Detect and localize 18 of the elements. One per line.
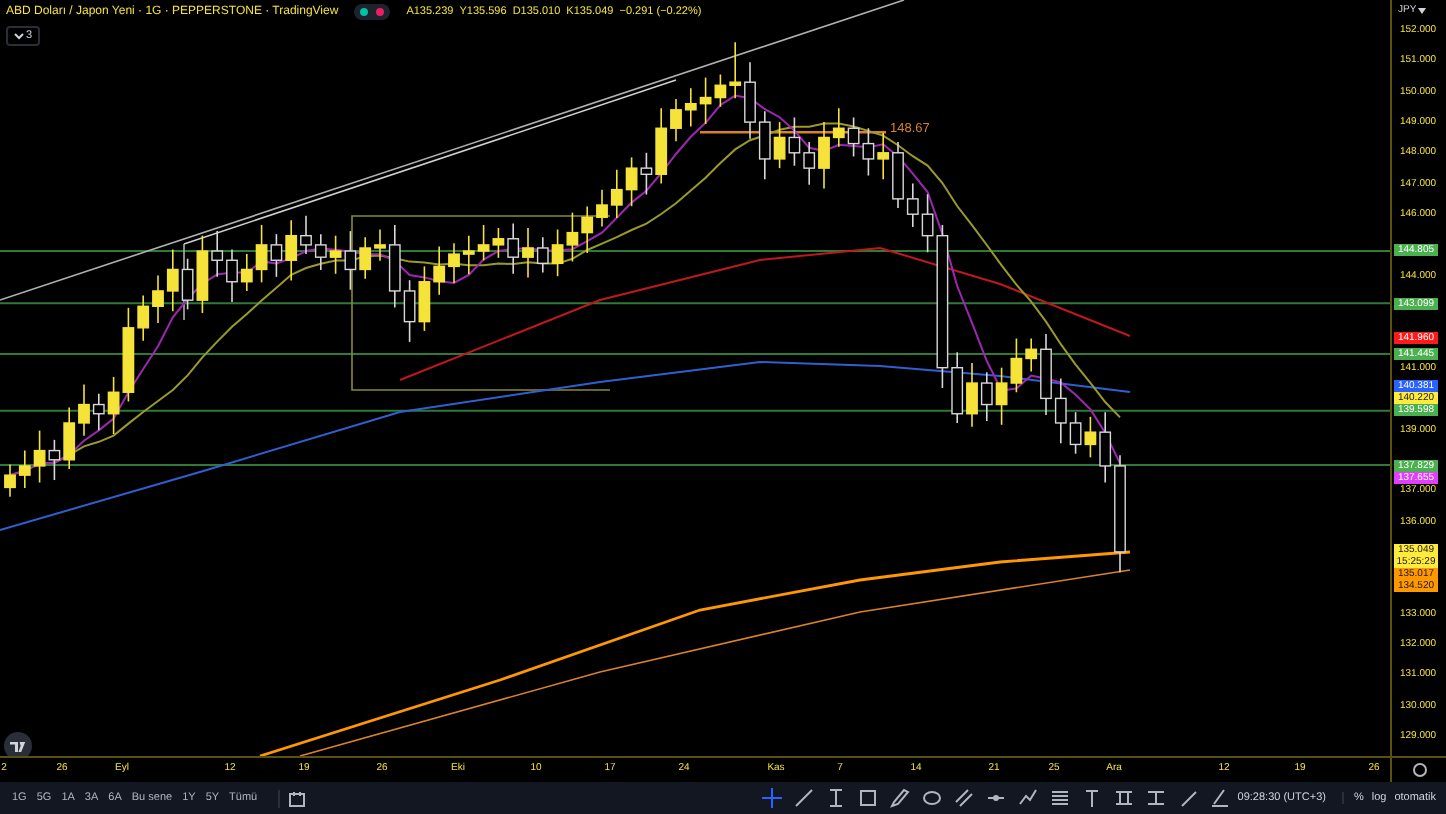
drawing-tool-button[interactable]: [917, 786, 946, 810]
ellipse-tool-icon: [921, 788, 942, 808]
drawing-tool-button[interactable]: [757, 786, 786, 810]
settings-icon[interactable]: [1411, 762, 1427, 778]
calendar-icon[interactable]: [277, 789, 306, 807]
rect-tool-icon: [857, 788, 878, 808]
channel-tool-icon: [953, 788, 974, 808]
crosshair-tool-icon: [761, 788, 782, 808]
line-tool-icon: [793, 788, 814, 808]
lines-tool-icon: [1049, 788, 1070, 808]
logo-icon: [4, 732, 32, 756]
zigzag-tool-icon: [1017, 788, 1038, 808]
chevron-icon: [14, 32, 24, 40]
drawing-tool-button[interactable]: [885, 786, 914, 810]
drawing-tool-button[interactable]: [1013, 786, 1042, 810]
ibeam-tool-icon: [825, 788, 846, 808]
text-tool-icon: [1081, 788, 1102, 808]
caret-icon: [1418, 7, 1427, 13]
